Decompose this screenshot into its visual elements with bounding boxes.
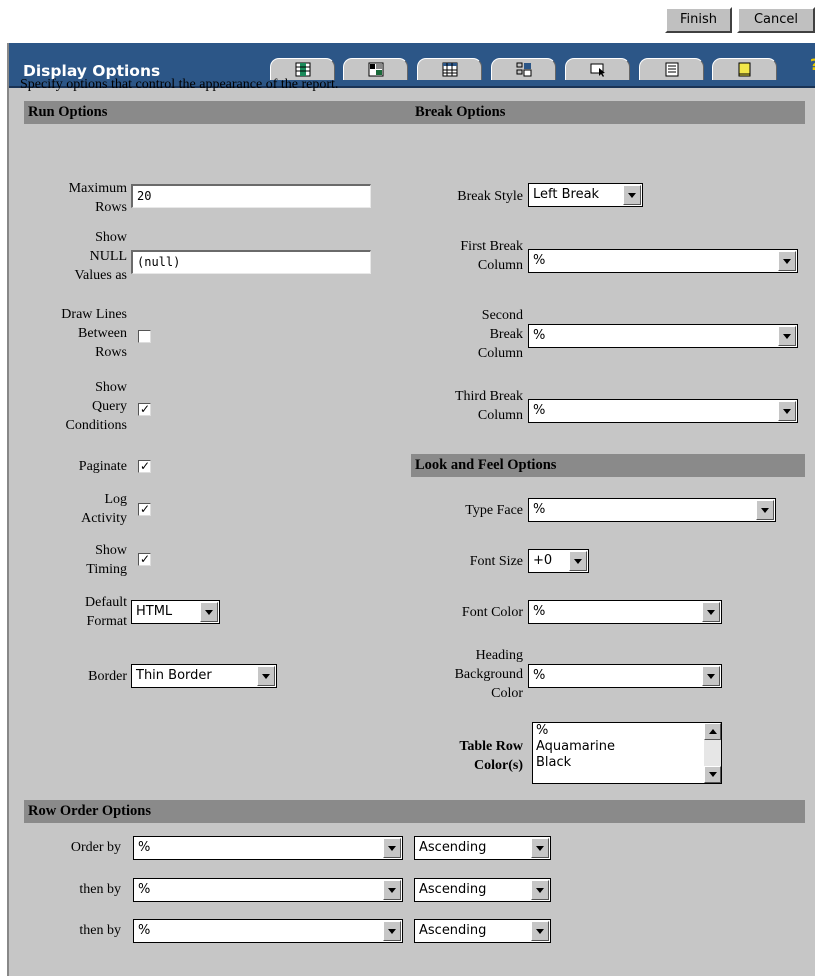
chevron-down-icon[interactable] — [531, 838, 549, 858]
chevron-down-icon[interactable] — [383, 921, 401, 941]
check-icon: ✓ — [140, 402, 151, 416]
scroll-down-icon[interactable] — [704, 766, 721, 783]
break-style-select[interactable]: Left Break — [528, 183, 643, 207]
type-face-label: Type Face — [465, 503, 523, 518]
null-values-label: Show NULL Values as — [74, 230, 128, 283]
third-break-select[interactable]: % — [528, 399, 798, 423]
document-icon — [665, 62, 679, 77]
chevron-down-icon[interactable] — [200, 602, 218, 622]
show-query-conditions-checkbox[interactable]: ✓ — [138, 402, 151, 416]
draw-lines-checkbox[interactable] — [138, 330, 151, 343]
finish-button[interactable]: Finish — [665, 7, 732, 33]
border-label: Border — [88, 669, 127, 684]
row-order-heading: Row Order Options — [24, 800, 805, 823]
first-break-select[interactable]: % — [528, 249, 798, 273]
then-by-column-select[interactable]: % — [133, 919, 403, 943]
font-size-select[interactable]: +0 — [528, 549, 589, 573]
chevron-down-icon[interactable] — [702, 602, 720, 622]
table-row-colors-listbox[interactable]: % Aquamarine Black — [532, 722, 722, 784]
chevron-down-icon[interactable] — [702, 666, 720, 686]
look-feel-heading: Look and Feel Options — [411, 454, 805, 477]
show-timing-checkbox[interactable]: ✓ — [138, 552, 151, 566]
then-by-label: then by — [79, 923, 121, 938]
list-item[interactable]: Aquamarine — [533, 739, 721, 755]
chevron-down-icon[interactable] — [531, 921, 549, 941]
note-icon — [738, 62, 751, 77]
chevron-down-icon[interactable] — [257, 666, 275, 686]
font-size-label: Font Size — [469, 554, 523, 569]
order-by-label: Order by — [70, 840, 121, 855]
draw-lines-label: Draw Lines Between Rows — [61, 307, 127, 360]
tab-document[interactable] — [639, 58, 704, 80]
null-values-input[interactable]: (null) — [131, 250, 371, 274]
type-face-select[interactable]: % — [528, 498, 776, 522]
check-icon: ✓ — [140, 459, 151, 473]
chevron-down-icon[interactable] — [383, 880, 401, 900]
paginate-checkbox[interactable]: ✓ — [138, 459, 151, 473]
chevron-down-icon[interactable] — [531, 880, 549, 900]
display-options-icon — [516, 62, 532, 77]
chevron-down-icon[interactable] — [623, 185, 641, 205]
break-options-heading: Break Options — [411, 101, 805, 124]
list-item[interactable]: % — [533, 723, 721, 739]
first-break-label: First Break Column — [460, 239, 523, 273]
chart-xy-icon — [368, 62, 384, 77]
second-break-select[interactable]: % — [528, 324, 798, 348]
chevron-down-icon[interactable] — [778, 326, 796, 346]
tab-table[interactable] — [417, 58, 482, 80]
cursor-select-icon — [590, 63, 605, 77]
run-options-heading: Run Options — [24, 101, 411, 124]
check-icon: ✓ — [140, 552, 151, 566]
maximum-rows-label: Maximum Rows — [68, 181, 127, 215]
second-break-label: Second Break Column — [477, 308, 523, 361]
border-select[interactable]: Thin Border — [131, 664, 277, 688]
chevron-down-icon[interactable] — [756, 500, 774, 520]
intro-text: Specify options that control the appeara… — [20, 77, 339, 92]
heading-bg-label: Heading Background Color — [454, 648, 523, 701]
log-activity-label: Log Activity — [81, 492, 127, 526]
maximum-rows-input[interactable]: 20 — [131, 184, 371, 208]
tab-select[interactable] — [565, 58, 630, 80]
tab-note[interactable] — [712, 58, 777, 80]
list-item[interactable]: Black — [533, 755, 721, 771]
break-style-label: Break Style — [457, 189, 523, 204]
order-by-column-select[interactable]: % — [133, 836, 403, 860]
font-color-label: Font Color — [461, 605, 523, 620]
default-format-label: Default Format — [85, 595, 127, 629]
then-by-label: then by — [79, 882, 121, 897]
table-grid-icon — [442, 62, 458, 77]
scroll-up-icon[interactable] — [704, 723, 721, 740]
then-by-direction-select[interactable]: Ascending — [414, 919, 551, 943]
default-format-select[interactable]: HTML — [131, 600, 220, 624]
order-by-direction-select[interactable]: Ascending — [414, 836, 551, 860]
cancel-button[interactable]: Cancel — [737, 7, 815, 33]
log-activity-checkbox[interactable]: ✓ — [138, 502, 151, 516]
tab-display-options[interactable] — [491, 58, 556, 80]
chevron-down-icon[interactable] — [778, 251, 796, 271]
chevron-down-icon[interactable] — [778, 401, 796, 421]
font-color-select[interactable]: % — [528, 600, 722, 624]
chevron-down-icon[interactable] — [383, 838, 401, 858]
table-row-colors-label: Table Row Color(s) — [459, 739, 523, 773]
paginate-label: Paginate — [78, 459, 127, 474]
scrollbar[interactable] — [704, 723, 721, 783]
chevron-down-icon[interactable] — [569, 551, 587, 571]
tab-chart[interactable] — [343, 58, 408, 80]
show-query-conditions-label: Show Query Conditions — [65, 380, 127, 433]
check-icon: ✓ — [140, 502, 151, 516]
columns-icon — [295, 62, 311, 77]
show-timing-label: Show Timing — [86, 543, 127, 577]
then-by-column-select[interactable]: % — [133, 878, 403, 902]
heading-bg-select[interactable]: % — [528, 664, 722, 688]
then-by-direction-select[interactable]: Ascending — [414, 878, 551, 902]
third-break-label: Third Break Column — [454, 389, 523, 423]
help-icon[interactable]: ? — [810, 55, 815, 74]
